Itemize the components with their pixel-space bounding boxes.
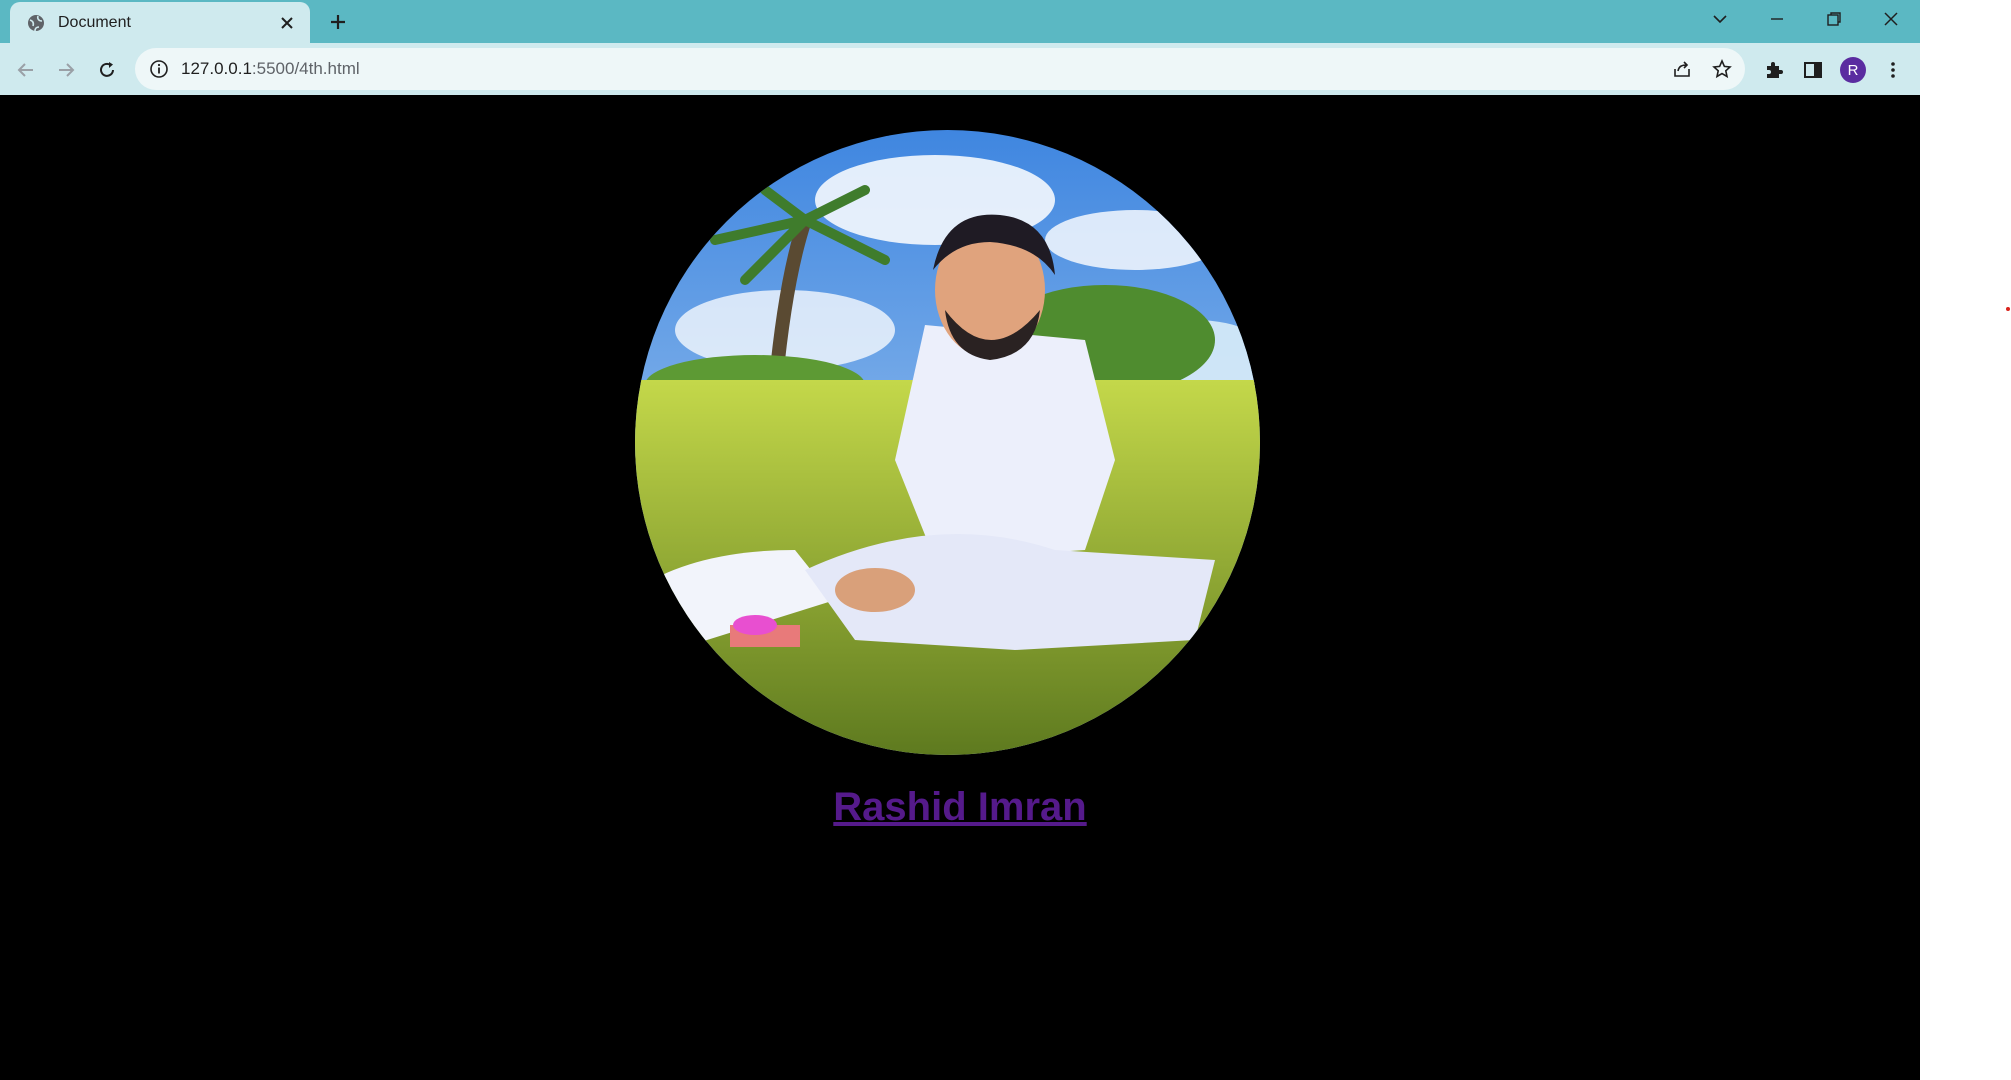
tab-title: Document [58, 13, 131, 31]
forward-button[interactable] [49, 53, 83, 87]
page-content: Rashid Imran [0, 95, 1920, 1080]
address-bar[interactable]: 127.0.0.1:5500/4th.html [135, 48, 1745, 90]
browser-window: Document 127.0.0.1:5500/4th.html R Rashi… [0, 0, 1920, 1080]
reload-icon [100, 62, 114, 77]
globe-icon [26, 13, 46, 33]
close-window-button[interactable] [1863, 0, 1919, 38]
avatar: R [1840, 57, 1866, 83]
chevron-down-icon [1713, 15, 1727, 24]
tab-document[interactable]: Document [10, 2, 310, 43]
plus-icon [331, 15, 345, 29]
star-icon[interactable] [1707, 54, 1737, 84]
profile-button[interactable]: R [1836, 53, 1870, 87]
profile-photo-illustration [635, 130, 1260, 755]
side-panel-button[interactable] [1796, 53, 1830, 87]
extensions-button[interactable] [1757, 53, 1791, 87]
share-icon[interactable] [1667, 54, 1697, 84]
url-path: :5500/4th.html [251, 59, 360, 78]
red-dot-marker [2006, 307, 2010, 311]
restore-button[interactable] [1806, 0, 1862, 38]
reload-button[interactable] [90, 53, 124, 87]
arrow-left-icon [17, 63, 33, 77]
back-button[interactable] [9, 53, 43, 87]
kebab-menu-icon [1891, 62, 1895, 78]
minimize-button[interactable] [1749, 0, 1805, 38]
menu-button[interactable] [1876, 53, 1910, 87]
info-icon[interactable] [149, 59, 169, 79]
profile-photo [635, 130, 1260, 755]
minimize-icon [1771, 18, 1783, 20]
tab-strip: Document [0, 0, 1920, 43]
tab-search-button[interactable] [1692, 0, 1748, 38]
restore-icon [1827, 12, 1841, 26]
url-text: 127.0.0.1:5500/4th.html [181, 59, 360, 79]
url-host: 127.0.0.1 [181, 59, 252, 78]
name-link[interactable]: Rashid Imran [0, 785, 1920, 830]
toolbar: 127.0.0.1:5500/4th.html R [0, 43, 1920, 95]
close-icon [1884, 12, 1898, 26]
arrow-right-icon [59, 63, 75, 77]
new-tab-button[interactable] [322, 6, 354, 38]
side-panel-icon [1804, 62, 1822, 78]
close-icon[interactable] [272, 8, 302, 38]
puzzle-icon [1767, 62, 1783, 78]
